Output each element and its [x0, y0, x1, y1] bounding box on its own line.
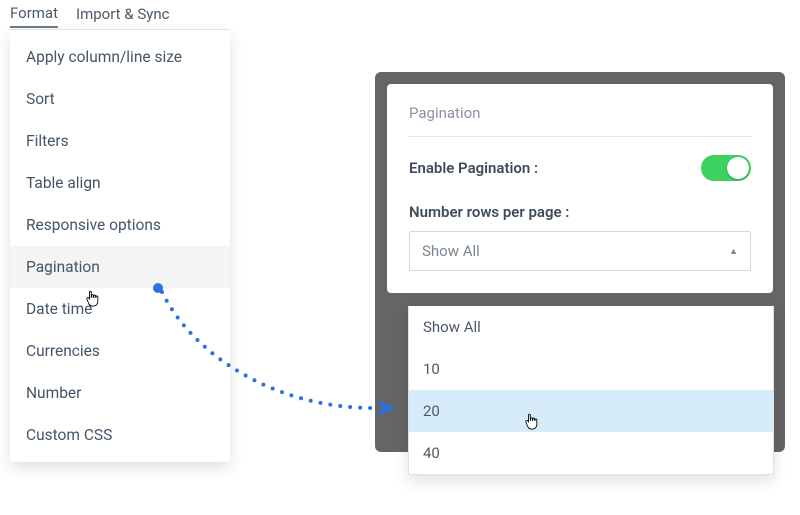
- toggle-knob: [727, 157, 749, 179]
- enable-pagination-toggle[interactable]: [701, 155, 751, 181]
- app-root: Format Import & Sync Apply column/line s…: [0, 0, 800, 515]
- panel-title: Pagination: [409, 104, 751, 122]
- menu-item-table-align[interactable]: Table align: [10, 162, 230, 204]
- menu-item-responsive-options[interactable]: Responsive options: [10, 204, 230, 246]
- select-value: Show All: [422, 242, 480, 260]
- panel-divider: [409, 136, 751, 137]
- menu-item-filters[interactable]: Filters: [10, 120, 230, 162]
- option-10[interactable]: 10: [409, 348, 773, 390]
- menu-item-sort[interactable]: Sort: [10, 78, 230, 120]
- menu-item-pagination[interactable]: Pagination: [10, 246, 230, 288]
- option-40[interactable]: 40: [409, 432, 773, 474]
- tab-bar: Format Import & Sync: [10, 2, 230, 30]
- option-show-all[interactable]: Show All: [409, 306, 773, 348]
- menu-item-currencies[interactable]: Currencies: [10, 330, 230, 372]
- menu-item-apply-column-line-size[interactable]: Apply column/line size: [10, 36, 230, 78]
- tab-format[interactable]: Format: [10, 4, 58, 28]
- enable-pagination-label: Enable Pagination :: [409, 159, 538, 177]
- enable-pagination-row: Enable Pagination :: [409, 155, 751, 181]
- menu-item-date-time[interactable]: Date time: [10, 288, 230, 330]
- caret-up-icon: ▲: [729, 246, 738, 257]
- option-20[interactable]: 20: [409, 390, 773, 432]
- tab-import-sync[interactable]: Import & Sync: [76, 5, 169, 27]
- rows-per-page-dropdown: Show All 10 20 40: [408, 306, 774, 475]
- menu-item-number[interactable]: Number: [10, 372, 230, 414]
- pagination-panel: Pagination Enable Pagination : Number ro…: [387, 84, 773, 293]
- format-menu: Apply column/line size Sort Filters Tabl…: [10, 30, 230, 462]
- menu-item-custom-css[interactable]: Custom CSS: [10, 414, 230, 456]
- rows-per-page-select[interactable]: Show All ▲: [409, 231, 751, 271]
- rows-per-page-label: Number rows per page :: [409, 203, 751, 221]
